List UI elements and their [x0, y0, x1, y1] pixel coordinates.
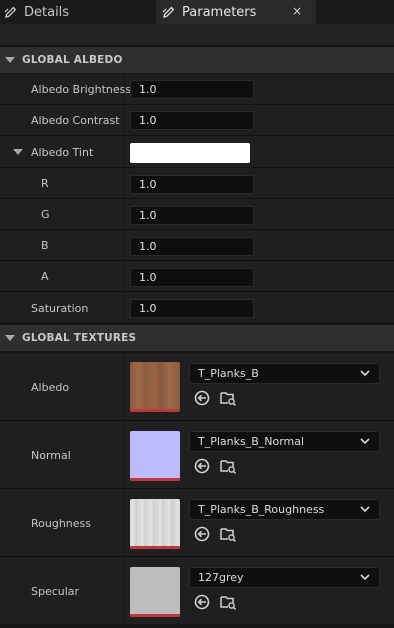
pencil-icon — [4, 6, 17, 18]
specular-thumbnail[interactable] — [130, 567, 180, 617]
row-albedo-tint: Albedo Tint — [0, 136, 394, 168]
use-selected-icon[interactable] — [193, 457, 211, 475]
toolbar-strip — [0, 24, 394, 45]
tint-r-input[interactable]: 1.0 — [130, 175, 254, 194]
tint-g-input[interactable]: 1.0 — [130, 206, 254, 225]
row-tint-r: R 1.0 — [0, 168, 394, 199]
tab-details[interactable]: Details — [0, 0, 152, 24]
tab-bar: Details Parameters × — [0, 0, 394, 24]
row-tint-a: A 1.0 — [0, 261, 394, 292]
row-saturation: Saturation 1.0 — [0, 292, 394, 324]
albedo-brightness-input[interactable]: 1.0 — [130, 80, 254, 99]
browse-folder-icon[interactable] — [219, 593, 237, 611]
albedo-brightness-label: Albedo Brightness — [31, 83, 132, 96]
texture-roughness-label: Roughness — [31, 517, 92, 530]
saturation-input[interactable]: 1.0 — [130, 299, 254, 318]
browse-folder-icon[interactable] — [219, 525, 237, 543]
collapse-triangle-icon[interactable] — [5, 335, 15, 341]
roughness-asset-name: T_Planks_B_Roughness — [198, 503, 325, 516]
chevron-down-icon — [360, 438, 370, 445]
row-tint-g: G 1.0 — [0, 199, 394, 230]
tab-details-label: Details — [24, 4, 70, 20]
pencil-icon — [162, 6, 175, 18]
albedo-contrast-input[interactable]: 1.0 — [130, 111, 254, 130]
roughness-asset-dropdown[interactable]: T_Planks_B_Roughness — [189, 499, 380, 520]
roughness-thumbnail[interactable] — [130, 499, 180, 549]
tint-b-input[interactable]: 1.0 — [130, 237, 254, 256]
use-selected-icon[interactable] — [193, 525, 211, 543]
chevron-down-icon — [360, 370, 370, 377]
albedo-asset-name: T_Planks_B — [198, 367, 259, 380]
browse-folder-icon[interactable] — [219, 457, 237, 475]
row-texture-roughness: Roughness T_Planks_B_Roughness — [0, 489, 394, 557]
specular-asset-dropdown[interactable]: 127grey — [189, 567, 380, 588]
use-selected-icon[interactable] — [193, 593, 211, 611]
texture-normal-label: Normal — [31, 449, 71, 462]
section-title: GLOBAL ALBEDO — [22, 54, 123, 66]
row-albedo-contrast: Albedo Contrast 1.0 — [0, 105, 394, 136]
row-albedo-brightness: Albedo Brightness 1.0 — [0, 74, 394, 105]
specular-asset-name: 127grey — [198, 571, 244, 584]
texture-albedo-label: Albedo — [31, 381, 70, 394]
saturation-label: Saturation — [31, 302, 89, 315]
row-texture-specular: Specular 127grey — [0, 557, 394, 625]
normal-asset-name: T_Planks_B_Normal — [198, 435, 305, 448]
normal-asset-dropdown[interactable]: T_Planks_B_Normal — [189, 431, 380, 452]
section-global-albedo[interactable]: GLOBAL ALBEDO — [0, 47, 394, 73]
albedo-asset-dropdown[interactable]: T_Planks_B — [189, 363, 380, 384]
use-selected-icon[interactable] — [193, 389, 211, 407]
browse-folder-icon[interactable] — [219, 389, 237, 407]
texture-specular-label: Specular — [31, 585, 80, 598]
row-texture-albedo: Albedo T_Planks_B — [0, 353, 394, 421]
collapse-triangle-icon[interactable] — [5, 57, 15, 63]
chevron-down-icon — [360, 574, 370, 581]
tab-parameters[interactable]: Parameters × — [156, 0, 316, 24]
tint-g-label: G — [41, 208, 50, 221]
tint-b-label: B — [41, 239, 49, 252]
row-tint-b: B 1.0 — [0, 230, 394, 261]
albedo-tint-swatch[interactable] — [130, 143, 250, 163]
albedo-contrast-label: Albedo Contrast — [31, 114, 120, 127]
albedo-tint-label: Albedo Tint — [31, 146, 94, 159]
albedo-thumbnail[interactable] — [130, 362, 180, 412]
tint-a-label: A — [41, 270, 49, 283]
section-title: GLOBAL TEXTURES — [22, 332, 137, 344]
normal-thumbnail[interactable] — [130, 431, 180, 481]
section-global-textures[interactable]: GLOBAL TEXTURES — [0, 325, 394, 351]
tab-parameters-label: Parameters — [182, 4, 257, 20]
tint-a-input[interactable]: 1.0 — [130, 268, 254, 287]
close-icon[interactable]: × — [292, 4, 302, 18]
expand-triangle-icon[interactable] — [13, 149, 23, 155]
row-texture-normal: Normal T_Planks_B_Normal — [0, 421, 394, 489]
tint-r-label: R — [41, 177, 49, 190]
chevron-down-icon — [360, 506, 370, 513]
